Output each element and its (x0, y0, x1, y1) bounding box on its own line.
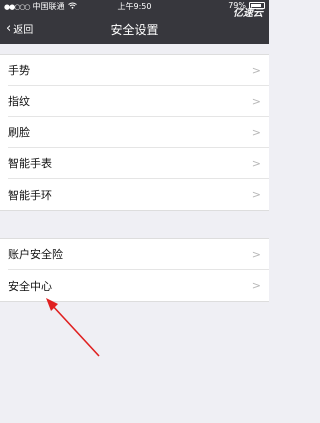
settings-row-smartwatch[interactable]: 智能手表 > (8, 148, 269, 179)
row-label: 手势 (8, 64, 30, 77)
settings-row-fingerprint[interactable]: 指纹 > (8, 86, 269, 117)
chevron-right-icon: > (251, 188, 261, 201)
chevron-right-icon: > (251, 247, 261, 261)
row-label: 刷脸 (8, 126, 30, 139)
account-security-group: 账户安全险 > 安全中心 > (0, 238, 269, 302)
row-label: 智能手环 (8, 188, 52, 202)
page-title: 安全设置 (110, 23, 159, 37)
chevron-right-icon: > (251, 156, 261, 170)
settings-row-security-center[interactable]: 安全中心 > (8, 270, 269, 301)
chevron-right-icon: > (251, 63, 261, 77)
chevron-right-icon: > (251, 125, 261, 139)
top-bar: ●●○○○ 中国联通 上午9:50 79% 亿速云 ‹ 返回 安全设置 (0, 0, 269, 44)
chevron-right-icon: > (251, 94, 261, 108)
chevron-right-icon: > (251, 279, 261, 292)
biometric-settings-group: 手势 > 指纹 > 刷脸 > 智能手表 > 智能手环 > (0, 54, 269, 211)
settings-row-account-insurance[interactable]: 账户安全险 > (8, 239, 269, 270)
row-label: 安全中心 (8, 279, 52, 293)
settings-row-gesture[interactable]: 手势 > (8, 55, 269, 86)
navigation-bar: ‹ 返回 安全设置 (0, 14, 269, 44)
row-label: 智能手表 (8, 157, 52, 170)
settings-row-smartband[interactable]: 智能手环 > (8, 179, 269, 210)
row-label: 账户安全险 (8, 248, 63, 261)
settings-row-face[interactable]: 刷脸 > (8, 117, 269, 148)
row-label: 指纹 (8, 95, 30, 108)
status-bar: ●●○○○ 中国联通 上午9:50 79% (0, 0, 269, 14)
